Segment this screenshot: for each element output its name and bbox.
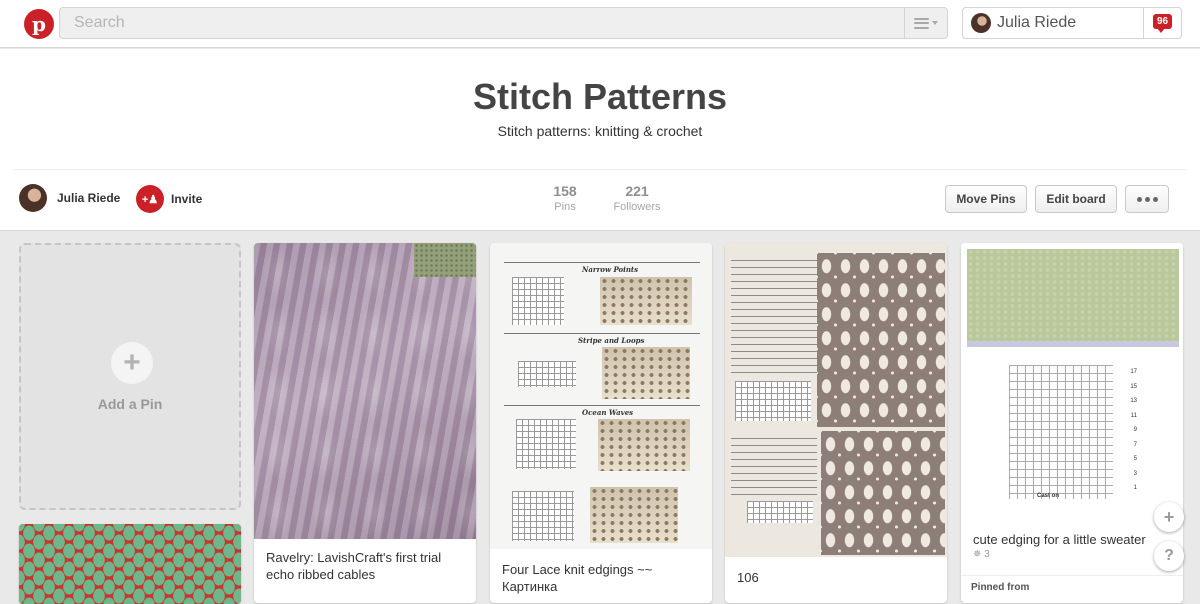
pins-label: Pins bbox=[554, 201, 576, 213]
add-pin-label: Add a Pin bbox=[97, 396, 163, 412]
row-number: 7 bbox=[1133, 441, 1137, 448]
pin-image[interactable] bbox=[254, 243, 476, 539]
row-number: 5 bbox=[1133, 456, 1137, 462]
chart-thumbnail bbox=[512, 277, 564, 325]
doc-heading: Ocean Waves bbox=[582, 408, 634, 417]
plus-icon: + bbox=[111, 342, 153, 384]
row-number: 13 bbox=[1130, 398, 1137, 404]
add-pin-card[interactable]: + Add a Pin bbox=[19, 243, 241, 510]
lace-photo bbox=[602, 347, 690, 399]
page-text bbox=[731, 435, 817, 497]
pinterest-logo-icon[interactable]: p bbox=[24, 9, 54, 39]
pin-caption[interactable]: Ravelry: LavishCraft's first trial echo … bbox=[266, 549, 464, 583]
owner-name-link[interactable]: Julia Riede bbox=[57, 191, 120, 205]
chart-thumbnail bbox=[518, 361, 576, 387]
row-number: 17 bbox=[1130, 369, 1137, 375]
lace-photo bbox=[600, 277, 692, 325]
doc-heading: Narrow Points bbox=[582, 265, 639, 274]
page-text bbox=[731, 257, 819, 377]
chart-thumbnail bbox=[516, 419, 576, 469]
chart-thumbnail bbox=[512, 491, 574, 541]
board-header: Stitch Patterns Stitch patterns: knittin… bbox=[0, 49, 1200, 231]
repin-icon: ✵ bbox=[973, 549, 982, 560]
lace-photo bbox=[817, 253, 945, 427]
search-input[interactable] bbox=[60, 8, 905, 38]
more-dots-icon bbox=[1136, 196, 1158, 202]
lace-photo bbox=[821, 431, 945, 555]
pin-card[interactable]: 17 15 13 11 9 7 5 3 1 Cast on cute edgin… bbox=[961, 243, 1183, 603]
lace-photo bbox=[590, 487, 678, 543]
notifications-button[interactable]: 96 bbox=[1143, 8, 1181, 38]
pin-image[interactable] bbox=[19, 524, 241, 604]
row-number: 9 bbox=[1133, 427, 1137, 433]
edit-board-button[interactable]: Edit board bbox=[1035, 185, 1117, 213]
menu-lines-icon bbox=[914, 17, 929, 29]
chart-thumbnail bbox=[747, 501, 813, 523]
avatar bbox=[971, 13, 991, 33]
user-name: Julia Riede bbox=[997, 14, 1077, 31]
pin-caption[interactable]: cute edging for a little sweater bbox=[973, 531, 1171, 548]
top-bar: p Julia Riede 96 bbox=[0, 0, 1200, 48]
user-menu[interactable]: Julia Riede 96 bbox=[962, 7, 1182, 39]
menu-button[interactable] bbox=[904, 8, 947, 38]
pin-card[interactable]: 106 bbox=[725, 243, 947, 603]
divider bbox=[504, 262, 700, 263]
followers-stat[interactable]: 221 Followers bbox=[610, 183, 664, 213]
repin-count: 3 bbox=[984, 549, 990, 560]
pin-caption[interactable]: 106 bbox=[737, 569, 935, 586]
pins-stat[interactable]: 158 Pins bbox=[545, 183, 585, 213]
more-options-button[interactable] bbox=[1125, 185, 1169, 213]
board-title: Stitch Patterns bbox=[472, 76, 728, 117]
chart-thumbnail bbox=[735, 381, 811, 421]
chart-caption: Cast on bbox=[1037, 493, 1060, 499]
followers-label: Followers bbox=[613, 201, 661, 213]
row-number: 1 bbox=[1133, 485, 1137, 491]
row-number: 15 bbox=[1130, 383, 1137, 390]
pin-card[interactable]: Ravelry: LavishCraft's first trial echo … bbox=[254, 243, 476, 603]
question-icon[interactable]: ? bbox=[1154, 541, 1184, 571]
move-pins-button[interactable]: Move Pins bbox=[945, 185, 1027, 213]
owner-avatar[interactable] bbox=[19, 184, 47, 212]
row-number: 3 bbox=[1133, 470, 1137, 477]
divider bbox=[504, 405, 700, 406]
chevron-down-icon bbox=[932, 21, 938, 25]
pin-image[interactable]: 17 15 13 11 9 7 5 3 1 Cast on bbox=[961, 243, 1183, 519]
background-foliage bbox=[414, 243, 476, 277]
row-number: 11 bbox=[1130, 412, 1137, 419]
search-bar bbox=[59, 7, 948, 39]
pins-count: 158 bbox=[553, 183, 577, 199]
doc-heading: Stripe and Loops bbox=[578, 336, 645, 345]
board-description: Stitch patterns: knitting & crochet bbox=[497, 123, 703, 139]
pin-card[interactable] bbox=[19, 524, 241, 604]
followers-count: 221 bbox=[625, 183, 649, 199]
divider bbox=[961, 575, 1183, 576]
pin-image[interactable]: Narrow Points Stripe and Loops Ocean Wav… bbox=[490, 243, 712, 549]
invite-link[interactable]: Invite bbox=[171, 192, 202, 206]
pinned-from-label: Pinned from bbox=[971, 582, 1030, 593]
pin-card[interactable]: Narrow Points Stripe and Loops Ocean Wav… bbox=[490, 243, 712, 603]
repin-stat[interactable]: ✵ 3 bbox=[973, 549, 990, 560]
invite-person-icon[interactable]: +♟ bbox=[136, 185, 164, 213]
edging-photo bbox=[967, 249, 1179, 347]
notification-badge: 96 bbox=[1152, 13, 1173, 33]
divider bbox=[504, 333, 700, 334]
knitting-chart bbox=[1009, 365, 1113, 499]
divider bbox=[14, 169, 1186, 170]
pin-image[interactable] bbox=[725, 243, 947, 557]
chart-row-numbers: 17 15 13 11 9 7 5 3 1 bbox=[1121, 365, 1137, 496]
plus-icon[interactable]: + bbox=[1154, 502, 1184, 532]
lace-photo bbox=[598, 419, 690, 471]
